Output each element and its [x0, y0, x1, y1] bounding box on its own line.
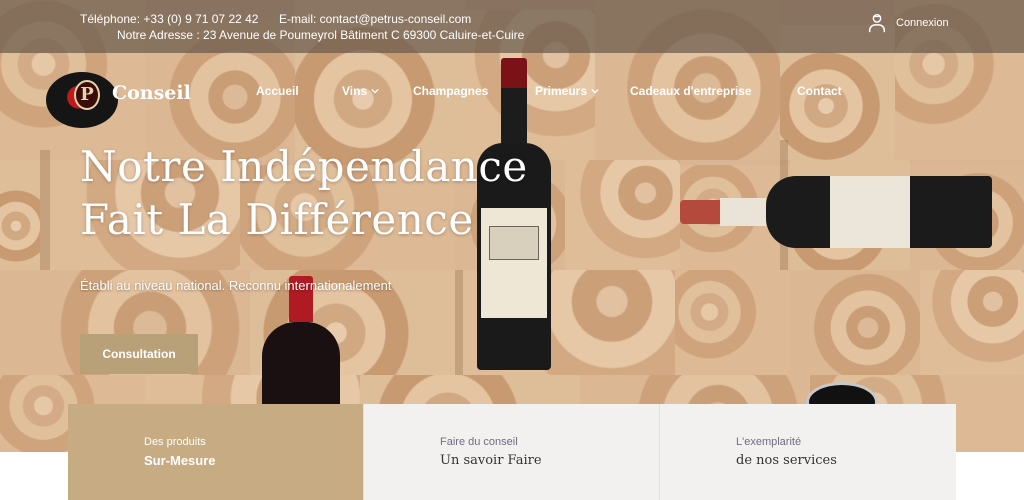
feature-card-sur-mesure: Des produits Sur-Mesure	[68, 404, 364, 500]
main-navigation: Accueil Vins Champagnes Primeurs Cadeaux…	[0, 84, 1024, 102]
top-info-bar: Téléphone: +33 (0) 9 71 07 22 42 E-mail:…	[0, 0, 1024, 53]
nav-item-contact[interactable]: Contact	[797, 84, 842, 98]
phone-number[interactable]: Téléphone: +33 (0) 9 71 07 22 42	[80, 12, 258, 26]
nav-item-cadeaux[interactable]: Cadeaux d'entreprise	[630, 84, 752, 98]
chevron-down-icon	[591, 88, 599, 94]
nav-item-accueil[interactable]: Accueil	[256, 84, 299, 98]
email-address[interactable]: E-mail: contact@petrus-conseil.com	[279, 12, 471, 26]
nav-label: Vins	[342, 84, 368, 98]
feature-card-title: Sur-Mesure	[144, 453, 216, 468]
nav-item-primeurs[interactable]: Primeurs	[535, 84, 599, 98]
headline-line-1: Notre Indépendance	[80, 142, 528, 191]
address: Notre Adresse : 23 Avenue de Poumeyrol B…	[117, 28, 525, 42]
login-label: Connexion	[896, 17, 949, 29]
nav-item-champagnes[interactable]: Champagnes	[413, 84, 488, 98]
nav-label: Cadeaux d'entreprise	[630, 84, 752, 98]
login-link[interactable]: Connexion	[866, 12, 949, 34]
nav-label: Contact	[797, 84, 842, 98]
hero-headline: Notre Indépendance Fait La Différence	[80, 140, 600, 246]
nav-item-vins[interactable]: Vins	[342, 84, 379, 98]
feature-card-savoir-faire: Faire du conseil Un savoir Faire	[364, 404, 660, 500]
headline-line-2: Fait La Différence	[80, 195, 474, 244]
feature-card-title: Un savoir Faire	[440, 453, 542, 468]
wine-bottle-lying	[680, 172, 992, 252]
feature-card-title: de nos services	[736, 453, 837, 468]
nav-label: Primeurs	[535, 84, 588, 98]
consultation-button[interactable]: Consultation	[80, 334, 198, 374]
feature-card-services: L'exemplarité de nos services	[660, 404, 956, 500]
chevron-down-icon	[371, 88, 379, 94]
feature-cards: Des produits Sur-Mesure Faire du conseil…	[68, 404, 956, 500]
hero-subtitle: Établi au niveau national. Reconnu inter…	[80, 278, 392, 293]
feature-card-kicker: Des produits	[144, 436, 206, 448]
wine-bottle-bottom	[262, 276, 340, 406]
nav-label: Accueil	[256, 84, 299, 98]
nav-label: Champagnes	[413, 84, 489, 98]
user-icon	[868, 14, 886, 33]
feature-card-kicker: Faire du conseil	[440, 436, 518, 448]
feature-card-kicker: L'exemplarité	[736, 436, 802, 448]
